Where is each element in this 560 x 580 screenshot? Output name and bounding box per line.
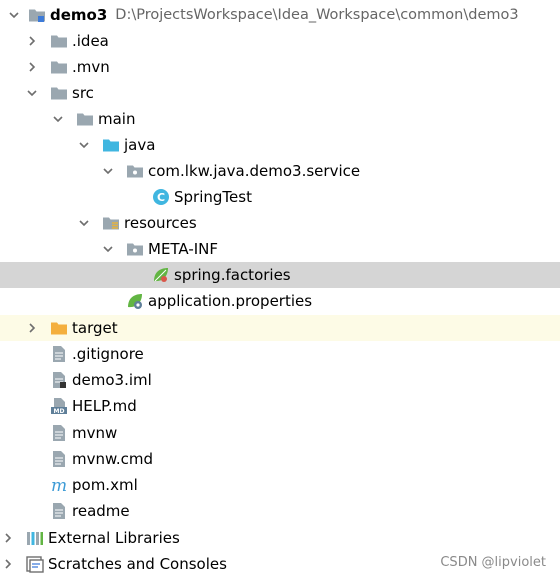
svg-text:C: C: [157, 191, 165, 204]
chevron-down-icon[interactable]: [50, 111, 66, 127]
tree-row-demo3-iml[interactable]: demo3.iml: [0, 367, 560, 393]
spring-properties-icon: [126, 292, 144, 310]
node-label: java: [124, 136, 156, 154]
excluded-folder-icon: [50, 319, 68, 337]
chevron-down-icon[interactable]: [24, 85, 40, 101]
folder-icon: [50, 32, 68, 50]
class-icon: C: [152, 188, 170, 206]
node-label: Scratches and Consoles: [48, 555, 227, 573]
tree-row-src[interactable]: src: [0, 80, 560, 106]
tree-row-demo3[interactable]: demo3 D:\ProjectsWorkspace\Idea_Workspac…: [0, 2, 560, 28]
iml-file-icon: [50, 371, 68, 389]
chevron-down-icon[interactable]: [6, 7, 22, 23]
svg-text:MD: MD: [54, 408, 65, 415]
tree-row-mvn[interactable]: .mvn: [0, 54, 560, 80]
node-label: .mvn: [72, 58, 110, 76]
svg-text:m: m: [51, 476, 67, 494]
watermark: CSDN @lipviolet: [440, 555, 546, 570]
tree-row-pom-xml[interactable]: m pom.xml: [0, 472, 560, 498]
tree-row-spring-factories[interactable]: spring.factories: [0, 262, 560, 288]
tree-row-target[interactable]: target: [0, 315, 560, 341]
node-label: resources: [124, 214, 197, 232]
text-file-icon: [50, 345, 68, 363]
text-file-icon: [50, 450, 68, 468]
tree-row-package[interactable]: com.lkw.java.demo3.service: [0, 158, 560, 184]
folder-icon: [76, 110, 94, 128]
tree-row-help-md[interactable]: MD HELP.md: [0, 393, 560, 419]
chevron-down-icon[interactable]: [100, 163, 116, 179]
node-label: mvnw.cmd: [72, 450, 154, 468]
libraries-icon: [26, 529, 44, 547]
node-label: spring.factories: [174, 266, 291, 284]
chevron-down-icon[interactable]: [76, 215, 92, 231]
tree-row-java[interactable]: java: [0, 132, 560, 158]
node-label: mvnw: [72, 424, 118, 442]
tree-row-gitignore[interactable]: .gitignore: [0, 341, 560, 367]
spring-leaf-icon: [152, 266, 170, 284]
node-label: .gitignore: [72, 345, 144, 363]
tree-row-main[interactable]: main: [0, 106, 560, 132]
node-label: src: [72, 84, 94, 102]
markdown-file-icon: MD: [50, 397, 68, 415]
chevron-down-icon[interactable]: [76, 137, 92, 153]
tree-row-application-properties[interactable]: application.properties: [0, 288, 560, 314]
chevron-down-icon[interactable]: [100, 241, 116, 257]
node-label: .idea: [72, 32, 109, 50]
scratches-icon: [26, 555, 44, 573]
chevron-right-icon[interactable]: [0, 530, 16, 546]
module-folder-icon: [28, 6, 46, 24]
node-label: com.lkw.java.demo3.service: [148, 162, 361, 180]
tree-row-springtest[interactable]: C SpringTest: [0, 184, 560, 210]
text-file-icon: [50, 502, 68, 520]
chevron-right-icon[interactable]: [24, 320, 40, 336]
folder-icon: [50, 58, 68, 76]
root-path: D:\ProjectsWorkspace\Idea_Workspace\comm…: [115, 7, 519, 23]
text-file-icon: [50, 424, 68, 442]
chevron-right-icon[interactable]: [0, 556, 16, 572]
node-label: target: [72, 319, 118, 337]
node-label: main: [98, 110, 136, 128]
node-label: demo3.iml: [72, 371, 152, 389]
tree-row-mvnw-cmd[interactable]: mvnw.cmd: [0, 446, 560, 472]
maven-icon: m: [50, 476, 68, 494]
node-label: application.properties: [148, 292, 313, 310]
tree-row-meta-inf[interactable]: META-INF: [0, 236, 560, 262]
root-name: demo3: [50, 6, 108, 24]
node-label: External Libraries: [48, 529, 180, 547]
folder-icon: [50, 84, 68, 102]
node-label: SpringTest: [174, 188, 252, 206]
tree-row-idea[interactable]: .idea: [0, 28, 560, 54]
tree-row-resources[interactable]: resources: [0, 210, 560, 236]
resources-folder-icon: [102, 214, 120, 232]
package-icon: [126, 240, 144, 258]
tree-row-mvnw[interactable]: mvnw: [0, 420, 560, 446]
tree-row-readme[interactable]: readme: [0, 498, 560, 524]
package-icon: [126, 162, 144, 180]
source-folder-icon: [102, 136, 120, 154]
chevron-right-icon[interactable]: [24, 33, 40, 49]
node-label: readme: [72, 502, 130, 520]
project-tree: demo3 D:\ProjectsWorkspace\Idea_Workspac…: [0, 0, 560, 580]
node-label: pom.xml: [72, 476, 138, 494]
chevron-right-icon[interactable]: [24, 59, 40, 75]
node-label: META-INF: [148, 240, 219, 258]
node-label: HELP.md: [72, 397, 137, 415]
tree-row-external-libraries[interactable]: External Libraries: [0, 525, 560, 551]
